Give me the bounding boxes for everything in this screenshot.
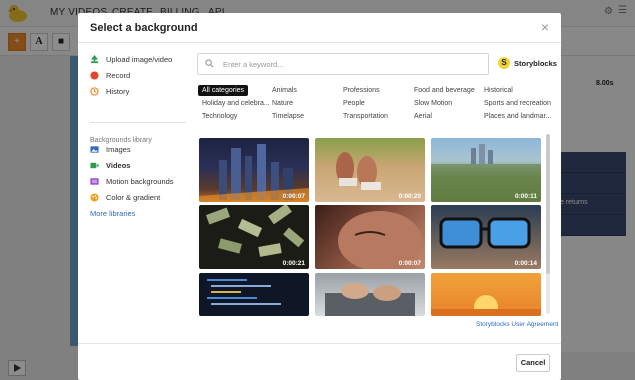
sidebar-item-label: History [106,86,130,96]
dialog-title: Select a background [90,22,198,34]
video-thumbnail[interactable] [431,273,541,316]
category-item[interactable]: Historical [484,87,513,94]
category-all[interactable]: All categories [198,85,249,96]
history-icon [90,86,99,96]
category-item[interactable]: Transportation [343,113,388,120]
video-duration: 0:00:07 [282,193,305,200]
sidebar-item-label: Color & gradient [106,192,161,202]
category-item[interactable]: Slow Motion [414,100,452,107]
search-input[interactable]: Enter a keyword... [223,60,283,69]
select-background-dialog: Select a background × Upload image/video… [78,13,561,380]
image-icon [90,145,99,153]
sidebar-divider [90,122,186,123]
category-item[interactable]: Aerial [414,113,432,120]
dialog-footer-divider [78,343,561,344]
user-agreement-link[interactable]: Storyblocks User Agreement [476,321,558,328]
sidebar-item-label: Motion backgrounds [106,176,174,186]
category-item[interactable]: Nature [272,100,293,107]
sunset-image [431,295,541,316]
sidebar-item-label: Record [106,70,131,80]
video-duration: 0:00:21 [282,260,305,267]
motion-icon [90,177,99,185]
video-duration: 0:00:20 [398,193,421,200]
category-item[interactable]: People [343,100,365,107]
category-item[interactable]: Animals [272,87,297,94]
sidebar-item-label: Upload image/video [106,54,173,64]
video-thumbnail[interactable]: 0:00:11 [431,138,541,202]
video-thumbnail[interactable]: 0:00:14 [431,205,541,269]
search-box[interactable]: Enter a keyword... [197,53,489,75]
video-icon [90,162,99,168]
sidebar-item-upload[interactable]: Upload image/video [90,52,172,66]
grid-scrollbar[interactable] [546,134,550,314]
category-item[interactable]: Places and landmar... [484,113,551,120]
cancel-button[interactable]: Cancel [516,354,550,372]
category-item[interactable]: Technology [202,113,237,120]
video-thumbnail[interactable]: 0:00:21 [199,205,309,269]
video-duration: 0:00:14 [514,260,537,267]
video-thumbnail[interactable] [199,273,309,316]
upload-icon [90,54,99,63]
palette-icon [90,192,99,202]
video-thumbnail[interactable] [315,273,425,316]
category-item[interactable]: Sports and recreation [484,100,551,107]
sidebar-item-label: Videos [106,160,131,170]
category-item[interactable]: Holiday and celebra... [202,100,270,107]
provider-name: Storyblocks [514,58,557,68]
sidebar-item-videos[interactable]: Videos [90,158,130,172]
close-icon[interactable]: × [541,19,549,35]
sidebar-item-label: Images [106,144,131,154]
sidebar-item-history[interactable]: History [90,84,129,98]
record-icon [90,70,99,80]
dialog-header: Select a background × [78,13,561,43]
category-item[interactable]: Food and beverage [414,87,475,94]
video-thumbnail[interactable]: 0:00:20 [315,138,425,202]
storyblocks-brand: S Storyblocks [498,57,557,69]
storyblocks-logo-icon: S [498,57,510,69]
laptop-hands-image [325,283,415,316]
video-thumbnail[interactable]: 0:00:07 [199,138,309,202]
category-item[interactable]: Professions [343,87,380,94]
category-item[interactable]: Timelapse [272,113,304,120]
video-duration: 0:00:11 [514,193,537,200]
code-screen-image [207,279,281,305]
scrollbar-thumb[interactable] [546,134,550,274]
more-libraries-link[interactable]: More libraries [90,209,135,218]
sidebar-item-color[interactable]: Color & gradient [90,190,160,204]
video-duration: 0:00:07 [398,260,421,267]
sidebar-item-motion[interactable]: Motion backgrounds [90,174,174,188]
sidebar-item-images[interactable]: Images [90,142,131,156]
search-icon [205,59,214,68]
sidebar-item-record[interactable]: Record [90,68,130,82]
video-thumbnail[interactable]: 0:00:07 [315,205,425,269]
